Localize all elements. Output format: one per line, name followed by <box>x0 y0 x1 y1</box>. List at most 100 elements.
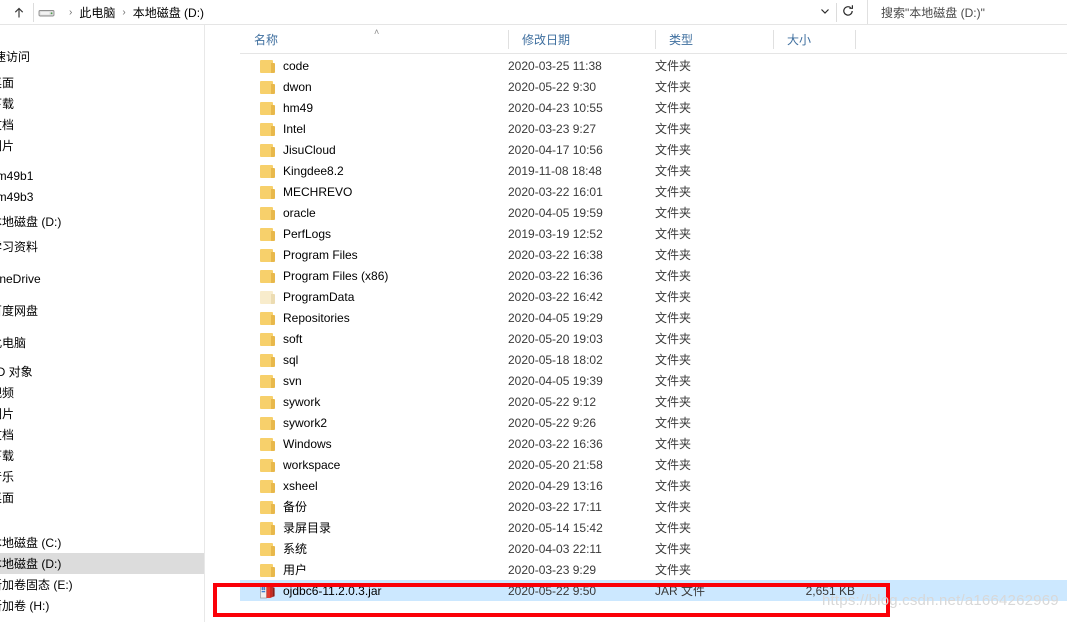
nav-item-21[interactable]: 新加卷固态 (E:) <box>0 574 205 595</box>
file-name-cell[interactable]: PerfLogs <box>260 223 331 244</box>
file-name-cell[interactable]: Kingdee8.2 <box>260 160 344 181</box>
file-name-cell[interactable]: workspace <box>260 454 340 475</box>
nav-item-6[interactable]: hm49b3 <box>0 186 205 207</box>
table-row[interactable]: Repositories 2020-04-05 19:29 文件夹 <box>240 307 1067 328</box>
breadcrumb-item-1[interactable]: 本地磁盘 (D:) <box>133 4 204 21</box>
table-row[interactable]: xsheel 2020-04-29 13:16 文件夹 <box>240 475 1067 496</box>
table-row[interactable]: MECHREVO 2020-03-22 16:01 文件夹 <box>240 181 1067 202</box>
address-bar-controls <box>814 0 859 25</box>
column-divider-2[interactable] <box>655 30 656 49</box>
column-headers[interactable]: 名称 ˄ 修改日期 类型 大小 <box>240 25 1067 54</box>
nav-item-13[interactable]: 视频 <box>0 382 205 403</box>
table-row[interactable]: code 2020-03-25 11:38 文件夹 <box>240 55 1067 76</box>
navigate-up-button[interactable] <box>8 2 30 23</box>
file-name-cell[interactable]: Windows <box>260 433 332 454</box>
nav-item-20[interactable]: 本地磁盘 (D:) <box>0 553 205 574</box>
nav-item-5[interactable]: hm49b1 <box>0 165 205 186</box>
nav-item-16[interactable]: 下载 <box>0 445 205 466</box>
breadcrumb[interactable]: › 此电脑 › 本地磁盘 (D:) <box>38 0 204 25</box>
column-divider-1[interactable] <box>508 30 509 49</box>
nav-item-15[interactable]: 文档 <box>0 424 205 445</box>
refresh-button[interactable] <box>837 1 859 24</box>
column-divider-end[interactable] <box>855 30 856 49</box>
nav-item-22[interactable]: 新加卷 (H:) <box>0 595 205 616</box>
file-name-cell[interactable]: MECHREVO <box>260 181 352 202</box>
search-input[interactable]: 搜索"本地磁盘 (D:)" <box>867 0 1067 24</box>
breadcrumb-item-0[interactable]: 此电脑 <box>79 4 115 21</box>
file-name-cell[interactable]: 备份 <box>260 496 307 517</box>
address-bar[interactable]: › 此电脑 › 本地磁盘 (D:) 搜索"本地磁盘 (D:)" <box>0 0 1067 25</box>
table-row[interactable]: 用户 2020-03-23 9:29 文件夹 <box>240 559 1067 580</box>
file-name-cell[interactable]: dwon <box>260 76 312 97</box>
column-header-0[interactable]: 名称 ˄ <box>240 25 508 53</box>
file-name-cell[interactable]: xsheel <box>260 475 318 496</box>
table-row[interactable]: sywork 2020-05-22 9:12 文件夹 <box>240 391 1067 412</box>
file-name-cell[interactable]: Program Files (x86) <box>260 265 388 286</box>
column-header-1[interactable]: 修改日期 <box>508 25 655 53</box>
nav-item-3[interactable]: 文档 <box>0 114 205 135</box>
file-name-cell[interactable]: 用户 <box>260 559 307 580</box>
nav-item-4[interactable]: 图片 <box>0 135 205 156</box>
column-header-3[interactable]: 大小 <box>773 25 855 53</box>
table-row[interactable]: sywork2 2020-05-22 9:26 文件夹 <box>240 412 1067 433</box>
file-name-cell[interactable]: sywork <box>260 391 320 412</box>
table-row[interactable]: 录屏目录 2020-05-14 15:42 文件夹 <box>240 517 1067 538</box>
table-row[interactable]: Kingdee8.2 2019-11-08 18:48 文件夹 <box>240 160 1067 181</box>
file-name-cell[interactable]: hm49 <box>260 97 313 118</box>
file-name-cell[interactable]: soft <box>260 328 302 349</box>
nav-item-14[interactable]: 图片 <box>0 403 205 424</box>
refresh-icon <box>841 4 855 21</box>
file-name-cell[interactable]: JisuCloud <box>260 139 336 160</box>
table-row[interactable]: Windows 2020-03-22 16:36 文件夹 <box>240 433 1067 454</box>
file-name-cell[interactable]: 录屏目录 <box>260 517 331 538</box>
table-row[interactable]: Intel 2020-03-23 9:27 文件夹 <box>240 118 1067 139</box>
file-list[interactable]: code 2020-03-25 11:38 文件夹 dwon 2020-05-22 9:… <box>240 55 1067 622</box>
table-row[interactable]: 系统 2020-04-03 22:11 文件夹 <box>240 538 1067 559</box>
file-type-cell: 文件夹 <box>655 437 692 451</box>
file-name-cell[interactable]: 系统 <box>260 538 307 559</box>
file-name-cell[interactable]: Repositories <box>260 307 350 328</box>
table-row[interactable]: oracle 2020-04-05 19:59 文件夹 <box>240 202 1067 223</box>
file-type-cell: 文件夹 <box>655 416 692 430</box>
nav-item-18[interactable]: 桌面 <box>0 487 205 508</box>
column-header-2[interactable]: 类型 <box>655 25 773 53</box>
table-row[interactable]: JisuCloud 2020-04-17 10:56 文件夹 <box>240 139 1067 160</box>
column-divider-3[interactable] <box>773 30 774 49</box>
nav-item-19[interactable]: 本地磁盘 (C:) <box>0 532 205 553</box>
table-row[interactable]: Program Files 2020-03-22 16:38 文件夹 <box>240 244 1067 265</box>
file-name: Kingdee8.2 <box>283 163 344 178</box>
table-row[interactable]: hm49 2020-04-23 10:55 文件夹 <box>240 97 1067 118</box>
table-row[interactable]: 备份 2020-03-22 17:11 文件夹 <box>240 496 1067 517</box>
navigation-pane[interactable]: 快速访问桌面下载文档图片hm49b1hm49b3本地磁盘 (D:)学习资料One… <box>0 25 205 622</box>
nav-item-1[interactable]: 桌面 <box>0 72 205 93</box>
table-row[interactable]: PerfLogs 2019-03-19 12:52 文件夹 <box>240 223 1067 244</box>
table-row[interactable]: workspace 2020-05-20 21:58 文件夹 <box>240 454 1067 475</box>
nav-item-8[interactable]: 学习资料 <box>0 236 205 257</box>
nav-item-7[interactable]: 本地磁盘 (D:) <box>0 211 205 232</box>
file-name-cell[interactable]: oracle <box>260 202 316 223</box>
nav-item-12[interactable]: 3D 对象 <box>0 361 205 382</box>
file-name-cell[interactable]: code <box>260 55 309 76</box>
table-row[interactable]: soft 2020-05-20 19:03 文件夹 <box>240 328 1067 349</box>
table-row[interactable]: Program Files (x86) 2020-03-22 16:36 文件夹 <box>240 265 1067 286</box>
table-row[interactable]: ProgramData 2020-03-22 16:42 文件夹 <box>240 286 1067 307</box>
file-name-cell[interactable]: Program Files <box>260 244 358 265</box>
nav-item-17[interactable]: 音乐 <box>0 466 205 487</box>
file-name-cell[interactable]: ojdbc6-11.2.0.3.jar <box>260 580 382 601</box>
address-dropdown-button[interactable] <box>814 1 836 24</box>
file-name-cell[interactable]: svn <box>260 370 302 391</box>
file-name-cell[interactable]: sywork2 <box>260 412 327 433</box>
table-row[interactable]: sql 2020-05-18 18:02 文件夹 <box>240 349 1067 370</box>
nav-item-0[interactable]: 快速访问 <box>0 46 205 67</box>
nav-item-9[interactable]: OneDrive <box>0 268 205 289</box>
nav-item-2[interactable]: 下载 <box>0 93 205 114</box>
file-date-cell: 2020-04-23 10:55 <box>508 100 603 115</box>
table-row[interactable]: dwon 2020-05-22 9:30 文件夹 <box>240 76 1067 97</box>
table-row[interactable]: svn 2020-04-05 19:39 文件夹 <box>240 370 1067 391</box>
file-name: MECHREVO <box>283 184 353 199</box>
file-name-cell[interactable]: sql <box>260 349 298 370</box>
file-name-cell[interactable]: Intel <box>260 118 306 139</box>
file-name-cell[interactable]: ProgramData <box>260 286 354 307</box>
nav-item-10[interactable]: 百度网盘 <box>0 300 205 321</box>
nav-item-11[interactable]: 此电脑 <box>0 332 205 353</box>
